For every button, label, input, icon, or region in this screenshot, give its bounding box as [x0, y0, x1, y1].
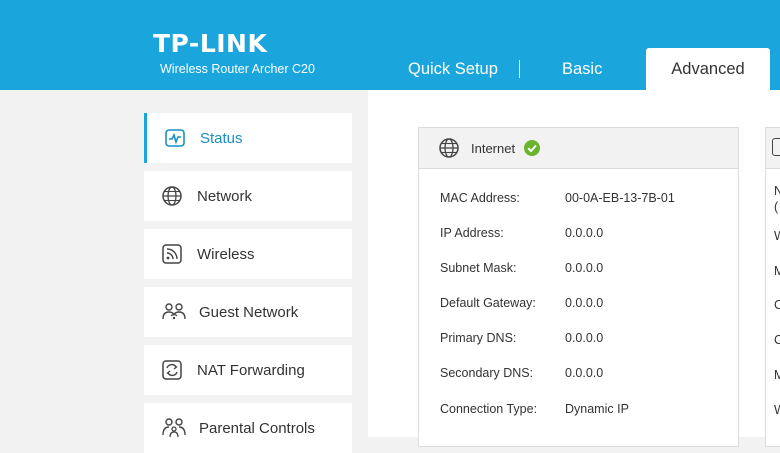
router-model-subtitle: Wireless Router Archer C20: [160, 62, 315, 76]
second-panel-text: M: [774, 264, 780, 278]
info-label: IP Address:: [440, 226, 504, 240]
globe-icon: [438, 137, 460, 159]
check-icon: [524, 140, 541, 156]
second-status-panel-partial: N ( W M C C M W: [765, 127, 780, 447]
info-value: 0.0.0.0: [565, 331, 604, 345]
guest-network-icon: [161, 301, 187, 323]
sidebar-item-label: Parental Controls: [199, 419, 315, 437]
internet-status-panel: Internet MAC Address: 00-0A-EB-13-7B-01 …: [418, 127, 739, 447]
info-value: 0.0.0.0: [565, 296, 604, 310]
sidebar-item-wireless[interactable]: Wireless: [144, 229, 352, 279]
sidebar-item-label: NAT Forwarding: [197, 361, 305, 379]
info-label: Primary DNS:: [440, 331, 517, 345]
info-label: Secondary DNS:: [440, 366, 534, 380]
sidebar-item-label: Wireless: [197, 245, 255, 263]
sidebar-item-label: Network: [197, 187, 253, 205]
tab-basic[interactable]: Basic: [562, 60, 602, 79]
tab-divider: [519, 60, 520, 78]
second-panel-text: N: [774, 184, 780, 198]
second-panel-text: W: [774, 229, 780, 243]
second-panel-text: M: [774, 368, 780, 382]
parental-controls-icon: [161, 417, 187, 439]
info-value: Dynamic IP: [565, 402, 629, 416]
info-label: Connection Type:: [440, 402, 538, 416]
nat-forwarding-icon: [161, 359, 183, 381]
info-label: MAC Address:: [440, 191, 520, 205]
second-panel-text: C: [774, 298, 780, 312]
globe-icon: [161, 185, 183, 207]
info-value: 0.0.0.0: [565, 226, 604, 240]
sidebar-item-parental-controls[interactable]: Parental Controls: [144, 403, 352, 453]
sidebar-item-guest-network[interactable]: Guest Network: [144, 287, 352, 337]
second-panel-header: [766, 128, 780, 169]
info-value: 00-0A-EB-13-7B-01: [565, 191, 675, 205]
top-header-bar: TP-LINK Wireless Router Archer C20 Quick…: [0, 0, 780, 90]
tp-link-logo: TP-LINK: [153, 29, 268, 58]
wireless-icon: [161, 243, 183, 265]
sidebar-item-nat-forwarding[interactable]: NAT Forwarding: [144, 345, 352, 395]
second-panel-text: C: [774, 333, 780, 347]
info-label: Subnet Mask:: [440, 261, 517, 275]
status-icon: [164, 127, 186, 149]
second-panel-text: W: [774, 403, 780, 417]
tab-advanced[interactable]: Advanced: [646, 48, 770, 90]
info-value: 0.0.0.0: [565, 366, 604, 380]
sidebar-item-network[interactable]: Network: [144, 171, 352, 221]
sidebar-item-label: Status: [200, 129, 243, 147]
info-value: 0.0.0.0: [565, 261, 604, 275]
sidebar-item-label: Guest Network: [199, 303, 299, 321]
tab-quick-setup[interactable]: Quick Setup: [408, 60, 498, 79]
internet-panel-header: Internet: [419, 128, 738, 169]
second-panel-text: (: [774, 200, 779, 214]
sidebar-item-status[interactable]: Status: [144, 113, 352, 163]
internet-panel-title: Internet: [471, 140, 516, 156]
info-label: Default Gateway:: [440, 296, 536, 310]
panel-icon: [772, 138, 780, 156]
